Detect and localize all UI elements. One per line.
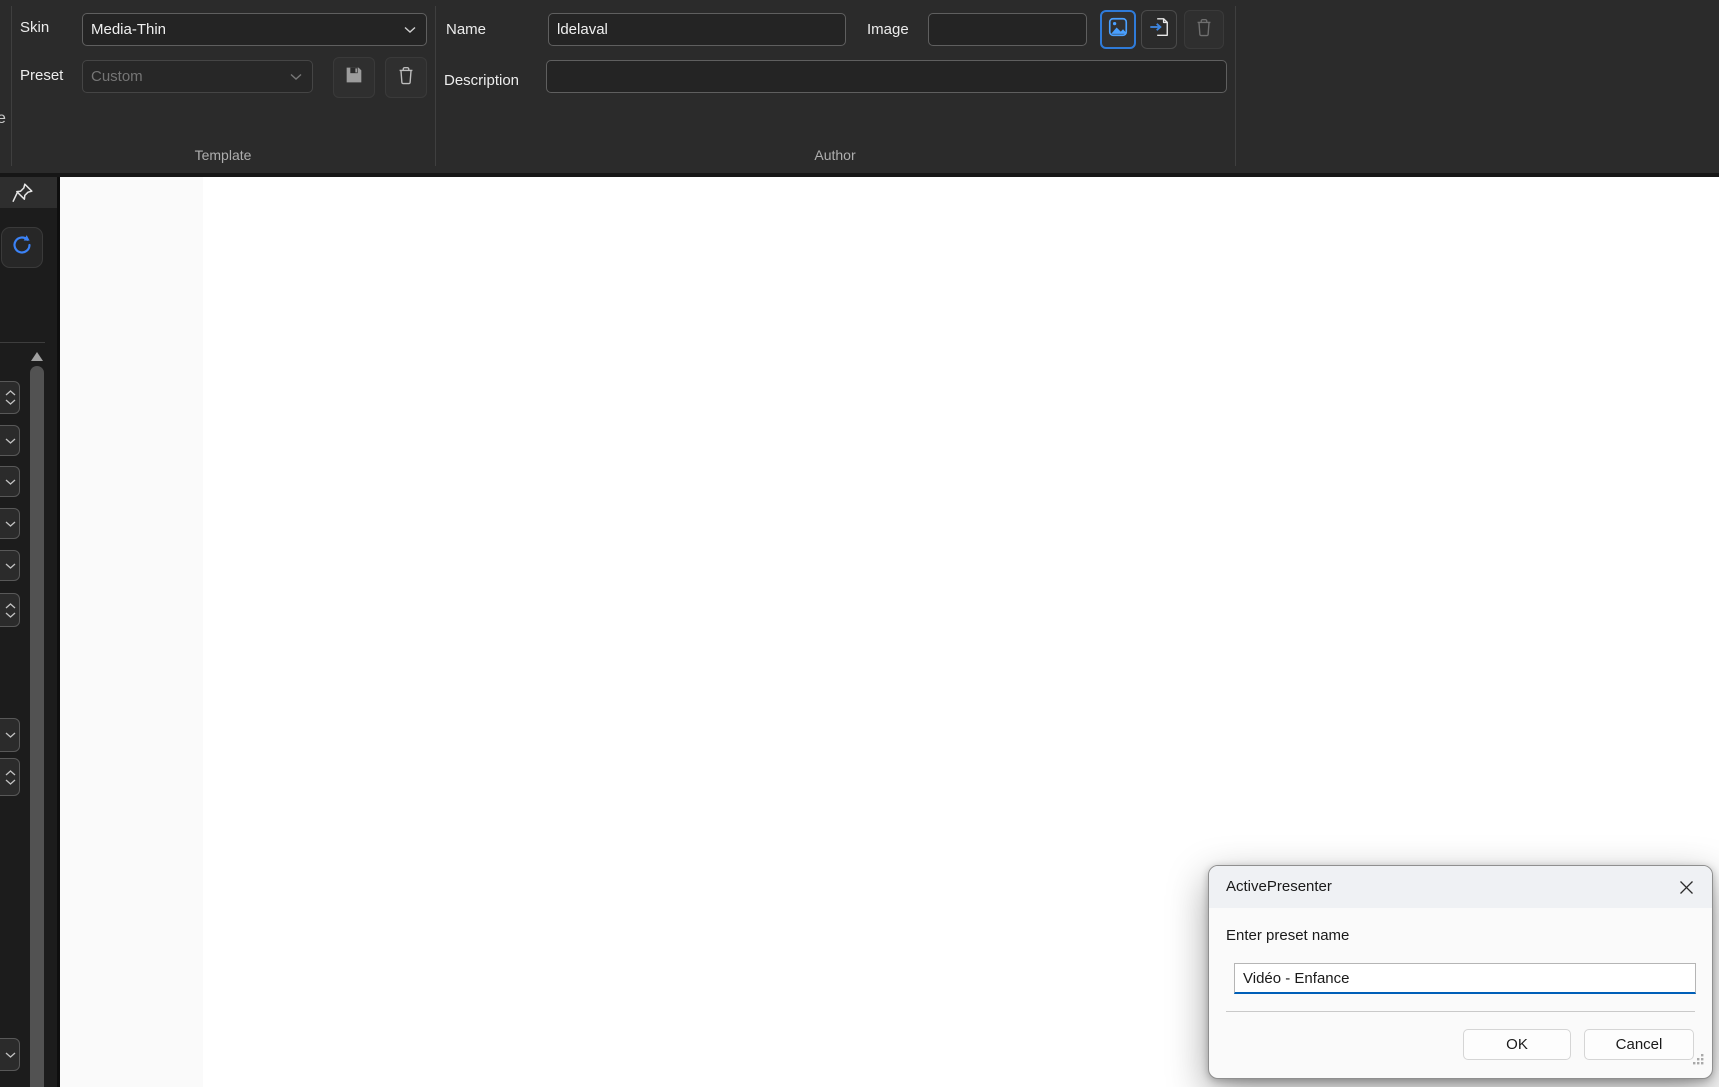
preset-dropdown-value: Custom: [91, 68, 143, 85]
save-preset-button[interactable]: [333, 57, 375, 98]
dialog-title: ActivePresenter: [1226, 878, 1332, 895]
chevron-down-icon: [5, 479, 16, 485]
picture-icon: [1107, 16, 1129, 43]
dropdown-chevron-button[interactable]: [0, 425, 20, 456]
preset-name-input[interactable]: [1234, 963, 1696, 994]
sidebar-divider: [0, 342, 45, 343]
pin-strip[interactable]: [0, 177, 57, 208]
dropdown-chevron-button[interactable]: [0, 550, 20, 581]
image-input[interactable]: [928, 13, 1087, 46]
spinner-updown-button[interactable]: [0, 758, 20, 796]
chevron-up-icon: [5, 769, 16, 775]
description-label: Description: [444, 72, 520, 89]
empty-panel-column: [60, 177, 203, 1087]
import-image-button[interactable]: [1141, 10, 1177, 49]
dropdown-chevron-button[interactable]: [0, 718, 20, 752]
name-label: Name: [446, 21, 487, 38]
skin-label: Skin: [20, 19, 50, 36]
group-separator: [435, 6, 436, 166]
delete-image-button[interactable]: [1184, 10, 1224, 49]
chevron-down-icon: [404, 21, 416, 39]
resize-grip-icon[interactable]: [1692, 1053, 1705, 1071]
clipped-label-fragment: e: [0, 110, 6, 127]
group-separator: [1235, 6, 1236, 166]
dialog-prompt: Enter preset name: [1226, 927, 1350, 944]
name-input[interactable]: [548, 13, 846, 46]
refresh-icon: [9, 232, 35, 263]
chevron-down-icon: [5, 521, 16, 527]
skin-dropdown-value: Media-Thin: [91, 21, 167, 38]
template-group-caption: Template: [194, 147, 252, 163]
dropdown-chevron-button[interactable]: [0, 508, 20, 539]
ribbon: e Skin Media-Thin Preset Custom Template…: [0, 0, 1719, 177]
skin-dropdown[interactable]: Media-Thin: [82, 13, 427, 46]
chevron-up-icon: [5, 602, 16, 608]
chevron-down-icon: [5, 779, 16, 785]
chevron-down-icon: [5, 732, 16, 738]
chevron-up-icon: [5, 390, 16, 396]
chevron-down-icon: [5, 612, 16, 618]
trash-icon: [395, 64, 417, 91]
preset-label: Preset: [20, 67, 64, 84]
chevron-down-icon: [5, 1052, 16, 1058]
left-sidebar: [0, 177, 60, 1087]
activepresenter-window: e Skin Media-Thin Preset Custom Template…: [0, 0, 1719, 1087]
image-label: Image: [867, 21, 909, 38]
ok-button[interactable]: OK: [1463, 1029, 1571, 1060]
chevron-down-icon: [5, 399, 16, 405]
preset-dropdown[interactable]: Custom: [82, 60, 313, 93]
spinner-updown-button[interactable]: [0, 381, 20, 414]
refresh-button[interactable]: [1, 227, 43, 268]
dialog-titlebar[interactable]: ActivePresenter: [1209, 866, 1712, 908]
pushpin-icon: [11, 181, 35, 210]
close-x-icon: [1679, 880, 1693, 894]
cancel-button[interactable]: Cancel: [1584, 1029, 1694, 1060]
dialog-close-button[interactable]: [1672, 874, 1700, 900]
preset-name-dialog: ActivePresenter Enter preset name OK Can…: [1208, 865, 1713, 1079]
trash-icon: [1193, 16, 1215, 43]
file-import-icon: [1148, 16, 1170, 43]
floppy-disk-icon: [343, 64, 365, 91]
pick-image-button[interactable]: [1100, 10, 1136, 49]
chevron-down-icon: [5, 438, 16, 444]
scrollbar-up-arrow[interactable]: [31, 352, 43, 361]
chevron-down-icon: [290, 68, 302, 86]
delete-preset-button[interactable]: [385, 57, 427, 98]
chevron-down-icon: [5, 563, 16, 569]
spinner-updown-button[interactable]: [0, 593, 20, 627]
author-group-caption: Author: [814, 147, 856, 163]
description-input[interactable]: [546, 60, 1227, 93]
dropdown-chevron-button[interactable]: [0, 466, 20, 497]
scrollbar-thumb[interactable]: [30, 366, 44, 1087]
group-separator: [11, 6, 12, 166]
dropdown-chevron-button[interactable]: [0, 1038, 20, 1071]
dialog-separator: [1226, 1011, 1695, 1012]
